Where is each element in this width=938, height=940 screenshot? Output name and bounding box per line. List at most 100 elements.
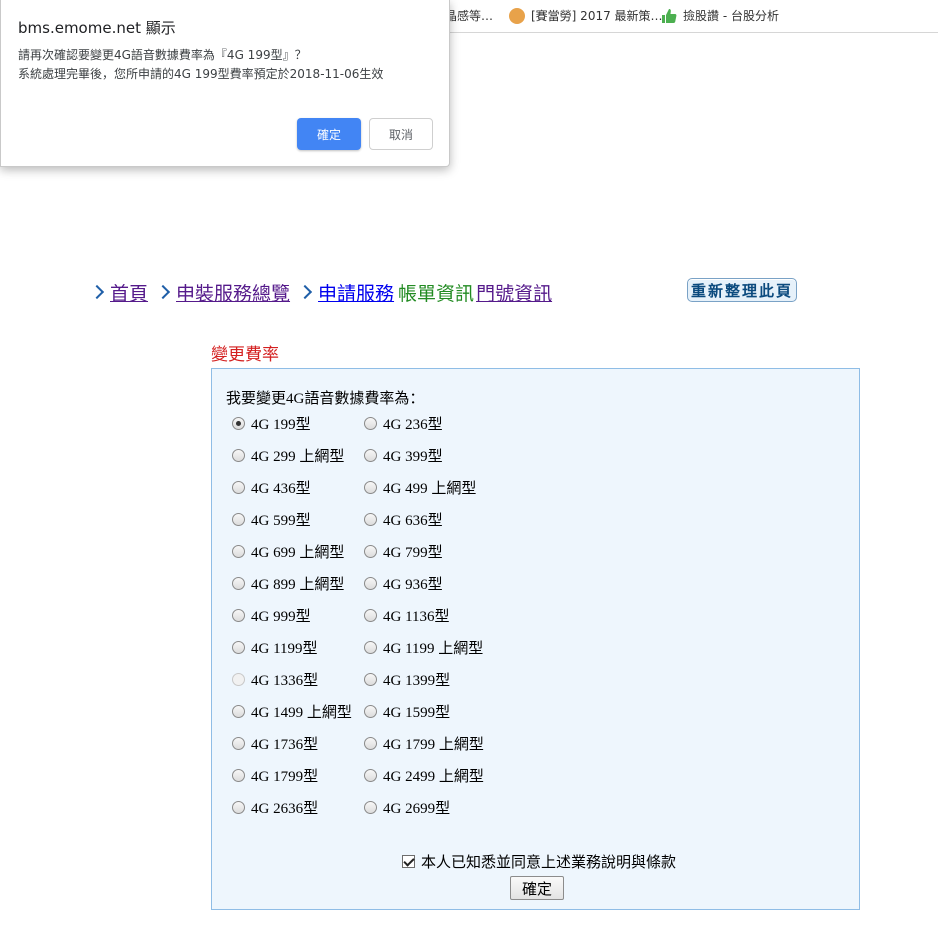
- rate-radio[interactable]: [232, 417, 245, 430]
- breadcrumb-nav: 首頁 申裝服務總覽 申請服務 帳單資訊 門號資訊: [89, 278, 552, 306]
- rate-option-label: 4G 1799 上網型: [383, 737, 484, 753]
- rate-option[interactable]: 4G 1799型: [232, 767, 364, 799]
- rate-option-label: 4G 299 上網型: [251, 449, 345, 465]
- confirm-dialog: bms.emome.net 顯示 請再次確認要變更4G語音數據費率為『4G 19…: [0, 0, 450, 167]
- rate-radio[interactable]: [232, 545, 245, 558]
- rate-radio[interactable]: [364, 417, 377, 430]
- rate-option[interactable]: 4G 1199型: [232, 639, 364, 671]
- rate-radio[interactable]: [232, 705, 245, 718]
- rate-option[interactable]: 4G 636型: [364, 511, 504, 543]
- agree-terms[interactable]: 本人已知悉並同意上述業務說明與條款: [402, 851, 676, 872]
- rate-option[interactable]: 4G 899 上網型: [232, 575, 364, 607]
- rate-option-label: 4G 2636型: [251, 801, 319, 817]
- agree-checkbox[interactable]: [402, 855, 415, 868]
- rate-radio[interactable]: [364, 609, 377, 622]
- rate-option[interactable]: 4G 399型: [364, 447, 504, 479]
- rate-option[interactable]: 4G 1736型: [232, 735, 364, 767]
- rate-option[interactable]: 4G 236型: [364, 415, 504, 447]
- rate-radio[interactable]: [232, 449, 245, 462]
- rate-option[interactable]: 4G 699 上網型: [232, 543, 364, 575]
- rate-option-label: 4G 1199型: [251, 641, 318, 657]
- rate-option-label: 4G 636型: [383, 513, 443, 529]
- rate-option-label: 4G 936型: [383, 577, 443, 593]
- rate-radio[interactable]: [232, 769, 245, 782]
- form-prompt: 我要變更4G語音數據費率為：: [226, 391, 425, 407]
- submit-button[interactable]: 確定: [510, 876, 564, 900]
- rate-radio[interactable]: [364, 545, 377, 558]
- rate-radio[interactable]: [232, 481, 245, 494]
- dialog-ok-button[interactable]: 確定: [297, 118, 361, 150]
- rate-radio[interactable]: [232, 737, 245, 750]
- rate-radio[interactable]: [232, 641, 245, 654]
- rate-option-label: 4G 399型: [383, 449, 443, 465]
- nav-apply-link[interactable]: 申請服務: [318, 279, 394, 306]
- rate-option-label: 4G 2499 上網型: [383, 769, 484, 785]
- rate-option-label: 4G 1599型: [383, 705, 451, 721]
- rate-option-label: 4G 236型: [383, 417, 443, 433]
- rate-option-label: 4G 499 上網型: [383, 481, 477, 497]
- rate-radio[interactable]: [364, 449, 377, 462]
- rate-option[interactable]: 4G 1136型: [364, 607, 504, 639]
- nav-home-link[interactable]: 首頁: [110, 279, 148, 306]
- bookmark-label: 晶感等…: [445, 9, 494, 23]
- rate-option-label: 4G 699 上網型: [251, 545, 345, 561]
- rate-radio: [232, 673, 245, 686]
- bookmark-item[interactable]: 晶感等…: [445, 7, 493, 24]
- dialog-message-line: 系統處理完畢後，您所申請的4G 199型費率預定於2018-11-06生效: [18, 67, 384, 81]
- refresh-page-button[interactable]: 重新整理此頁: [687, 278, 797, 302]
- rate-option[interactable]: 4G 2699型: [364, 799, 504, 831]
- rate-option[interactable]: 4G 1599型: [364, 703, 504, 735]
- rate-option[interactable]: 4G 799型: [364, 543, 504, 575]
- rate-radio[interactable]: [364, 737, 377, 750]
- dialog-message: 請再次確認要變更4G語音數據費率為『4G 199型』？ 系統處理完畢後，您所申請…: [18, 46, 383, 84]
- rate-option-label: 4G 1199 上網型: [383, 641, 484, 657]
- rate-radio[interactable]: [364, 705, 377, 718]
- nav-store-link[interactable]: 門號資訊: [476, 279, 552, 306]
- rate-radio[interactable]: [364, 769, 377, 782]
- rate-option-label: 4G 899 上網型: [251, 577, 345, 593]
- rate-change-form: 我要變更4G語音數據費率為： 4G 199型 4G 236型 4G 299 上網型 4…: [211, 368, 860, 910]
- rate-option[interactable]: 4G 2636型: [232, 799, 364, 831]
- nav-billing-link[interactable]: 帳單資訊: [398, 279, 474, 306]
- rate-radio[interactable]: [364, 513, 377, 526]
- rate-option-label: 4G 199型: [251, 417, 311, 433]
- rate-option[interactable]: 4G 999型: [232, 607, 364, 639]
- bookmark-label: [賽當勞] 2017 最新策…: [531, 9, 663, 23]
- rate-option-label: 4G 1736型: [251, 737, 319, 753]
- rate-radio[interactable]: [364, 481, 377, 494]
- rate-option-label: 4G 1499 上網型: [251, 705, 352, 721]
- rate-option[interactable]: 4G 436型: [232, 479, 364, 511]
- rate-option[interactable]: 4G 199型: [232, 415, 364, 447]
- rate-option[interactable]: 4G 499 上網型: [364, 479, 504, 511]
- rate-option[interactable]: 4G 599型: [232, 511, 364, 543]
- rate-option[interactable]: 4G 2499 上網型: [364, 767, 504, 799]
- dialog-cancel-button[interactable]: 取消: [369, 118, 433, 150]
- rate-option-label: 4G 599型: [251, 513, 311, 529]
- rate-option[interactable]: 4G 1499 上網型: [232, 703, 364, 735]
- section-title: 變更費率: [211, 345, 279, 364]
- rate-radio[interactable]: [232, 577, 245, 590]
- rate-radio[interactable]: [364, 673, 377, 686]
- thumbs-up-icon: [661, 8, 677, 24]
- agree-label: 本人已知悉並同意上述業務說明與條款: [421, 855, 677, 871]
- rate-option[interactable]: 4G 1199 上網型: [364, 639, 504, 671]
- rate-option[interactable]: 4G 1399型: [364, 671, 504, 703]
- rate-option-label: 4G 2699型: [383, 801, 451, 817]
- rate-option[interactable]: 4G 299 上網型: [232, 447, 364, 479]
- rate-option[interactable]: 4G 1799 上網型: [364, 735, 504, 767]
- rate-option[interactable]: 4G 936型: [364, 575, 504, 607]
- chevron-right-icon: [155, 284, 171, 300]
- rate-radio[interactable]: [232, 609, 245, 622]
- rate-radio[interactable]: [232, 513, 245, 526]
- rate-option-label: 4G 1799型: [251, 769, 319, 785]
- rate-radio[interactable]: [364, 641, 377, 654]
- cat-face-icon: [509, 7, 525, 24]
- bookmark-label: 撿股讚 - 台股分析: [683, 9, 779, 23]
- rate-radio[interactable]: [364, 801, 377, 814]
- rate-radio[interactable]: [232, 801, 245, 814]
- rate-radio[interactable]: [364, 577, 377, 590]
- bookmark-item[interactable]: [賽當勞] 2017 最新策…: [509, 7, 663, 24]
- rate-option: 4G 1336型: [232, 671, 364, 703]
- bookmark-item[interactable]: 撿股讚 - 台股分析: [661, 7, 779, 24]
- nav-overview-link[interactable]: 申裝服務總覽: [176, 279, 290, 306]
